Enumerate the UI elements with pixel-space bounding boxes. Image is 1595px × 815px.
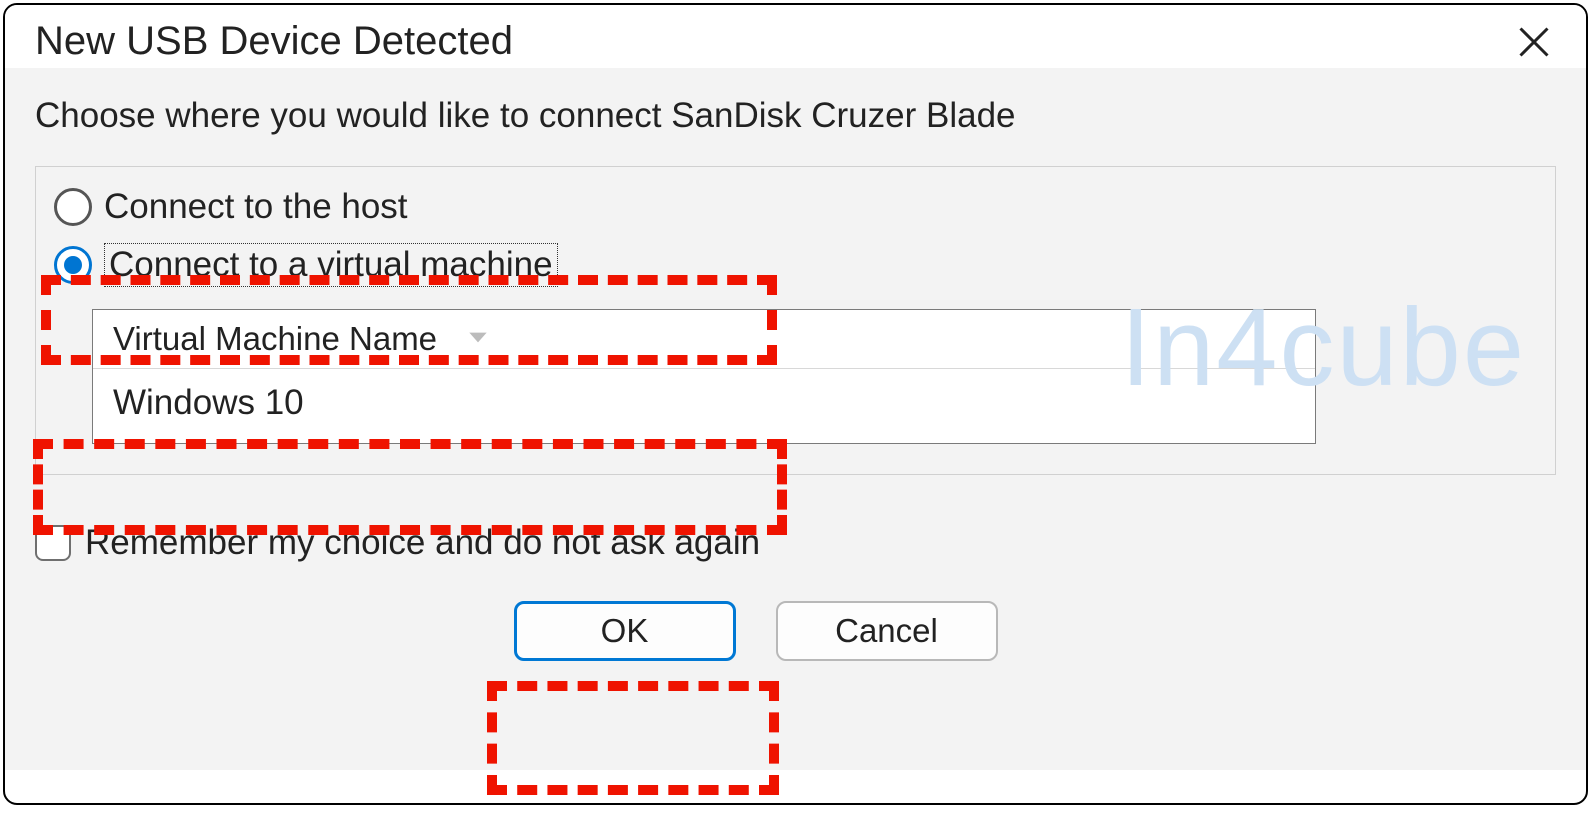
radio-icon-selected (54, 246, 92, 284)
radio-icon-unselected (54, 188, 92, 226)
radio-vm-label: Connect to a virtual machine (104, 243, 558, 287)
titlebar: New USB Device Detected (5, 5, 1586, 68)
radio-dot-icon (64, 256, 82, 274)
vm-header-label: Virtual Machine Name (113, 320, 437, 358)
dialog-title: New USB Device Detected (35, 19, 513, 64)
ok-button[interactable]: OK (514, 601, 736, 661)
close-icon (1516, 24, 1552, 60)
usb-device-dialog: New USB Device Detected In4cube Choose w… (3, 3, 1588, 805)
radio-connect-vm[interactable]: Connect to a virtual machine (50, 235, 1541, 295)
close-button[interactable] (1512, 20, 1556, 64)
vm-list: Virtual Machine Name Windows 10 (92, 309, 1316, 444)
connection-group: Connect to the host Connect to a virtual… (35, 166, 1556, 475)
remember-choice-label: Remember my choice and do not ask again (85, 523, 760, 563)
button-row: OK Cancel (35, 601, 1556, 661)
radio-host-label: Connect to the host (104, 187, 408, 227)
vm-list-header[interactable]: Virtual Machine Name (93, 310, 1315, 368)
cancel-button[interactable]: Cancel (776, 601, 998, 661)
instruction-text: Choose where you would like to connect S… (35, 96, 1556, 136)
dialog-body: In4cube Choose where you would like to c… (5, 68, 1586, 770)
sort-arrow-icon (465, 320, 491, 358)
checkbox-icon (35, 525, 71, 561)
vm-list-item[interactable]: Windows 10 (93, 368, 1315, 443)
radio-connect-host[interactable]: Connect to the host (50, 179, 1541, 235)
remember-choice-row[interactable]: Remember my choice and do not ask again (35, 523, 1556, 563)
